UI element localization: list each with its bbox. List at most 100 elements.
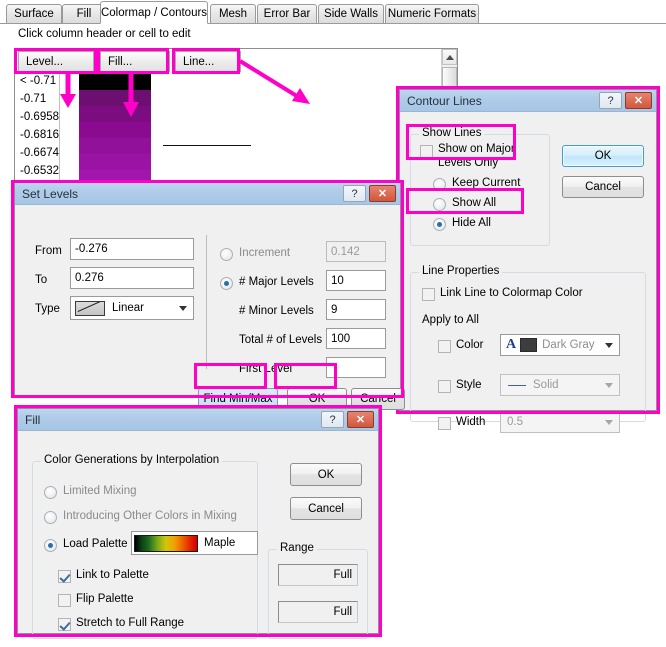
close-button[interactable]: ✕ (369, 185, 396, 202)
tab-colormap-contours[interactable]: Colormap / Contours (100, 1, 208, 24)
fill-swatch[interactable] (79, 154, 151, 170)
hide-all-radio[interactable] (433, 218, 446, 231)
type-label: Type (35, 303, 60, 315)
range-min-field[interactable]: Full (278, 564, 358, 586)
introducing-colors-radio[interactable] (44, 511, 57, 524)
increment-label: Increment (239, 247, 291, 259)
color-checkbox[interactable] (438, 340, 451, 353)
tab-side-walls[interactable]: Side Walls (318, 4, 384, 23)
link-to-palette-checkbox[interactable] (58, 570, 71, 583)
fill-dialog: Fill ? ✕ Color Generations by Interpolat… (17, 408, 379, 639)
keep-current-radio[interactable] (433, 178, 446, 191)
level-cell[interactable]: -0.6816 (20, 129, 59, 141)
set-levels-ok-button[interactable]: OK (287, 388, 347, 410)
width-checkbox[interactable] (438, 417, 451, 430)
set-levels-cancel-button[interactable]: Cancel (351, 388, 405, 410)
to-label: To (35, 274, 48, 286)
to-input[interactable]: 0.276 (70, 267, 194, 289)
range-group-label: Range (277, 542, 317, 554)
first-level-input[interactable] (326, 357, 386, 378)
tab-surface[interactable]: Surface (6, 4, 62, 23)
solid-line-icon (508, 384, 526, 386)
fill-ok-button[interactable]: OK (290, 463, 362, 486)
fill-swatch[interactable] (79, 90, 151, 106)
tab-label: Error Bar (263, 8, 311, 20)
contour-cancel-button[interactable]: Cancel (562, 176, 644, 198)
tab-label: Fill (76, 8, 92, 20)
color-combo-value: Dark Gray (542, 339, 595, 351)
introducing-colors-label: Introducing Other Colors in Mixing (63, 510, 237, 522)
level-cell[interactable]: -0.6532 (20, 165, 59, 177)
from-input[interactable]: -0.276 (70, 238, 194, 260)
tab-label: Numeric Formats (387, 8, 477, 20)
fill-swatch[interactable] (79, 138, 151, 154)
line-properties-group-label: Line Properties (419, 265, 503, 277)
line-style-swatch[interactable] (163, 145, 251, 146)
show-on-major-levels-checkbox[interactable] (420, 145, 433, 158)
fill-cancel-button[interactable]: Cancel (290, 497, 362, 520)
chevron-down-icon[interactable] (179, 306, 187, 311)
hide-all-label: Hide All (452, 217, 491, 229)
width-combo-value: 0.5 (507, 416, 523, 428)
major-levels-input[interactable]: 10 (326, 270, 386, 291)
chevron-down-icon[interactable] (605, 343, 613, 348)
stretch-full-range-checkbox[interactable] (58, 618, 71, 631)
contour-ok-button[interactable]: OK (562, 145, 644, 167)
contour-lines-title: Contour Lines (407, 93, 482, 108)
level-cell[interactable]: -0.71 (20, 93, 46, 105)
column-header-fill[interactable]: Fill... (100, 51, 170, 72)
level-cell[interactable]: < -0.71 (20, 75, 56, 87)
range-max-field[interactable]: Full (278, 601, 358, 623)
show-lines-group-label: Show Lines (419, 127, 485, 139)
find-minmax-button[interactable]: Find Min/Max (198, 388, 278, 410)
help-button[interactable]: ? (599, 92, 622, 109)
scroll-up-icon[interactable] (442, 49, 457, 65)
fill-swatch[interactable] (79, 74, 151, 90)
load-palette-radio[interactable] (44, 539, 57, 552)
minor-levels-input[interactable]: 9 (326, 299, 386, 320)
tab-mesh[interactable]: Mesh (210, 4, 256, 23)
style-label: Style (456, 379, 482, 391)
stretch-full-range-label: Stretch to Full Range (76, 617, 185, 629)
show-all-label: Show All (452, 197, 497, 209)
total-levels-input[interactable]: 100 (326, 328, 386, 349)
style-checkbox[interactable] (438, 380, 451, 393)
fill-color-column[interactable] (79, 74, 151, 186)
column-header-line[interactable]: Line... (175, 51, 241, 72)
tab-error-bar[interactable]: Error Bar (257, 4, 317, 23)
palette-combo[interactable]: Maple (131, 531, 258, 555)
close-button[interactable]: ✕ (625, 92, 652, 109)
show-all-radio[interactable] (433, 198, 446, 211)
type-combo[interactable]: Linear (70, 296, 194, 320)
increment-radio[interactable] (220, 248, 233, 261)
help-button[interactable]: ? (321, 411, 344, 428)
style-combo[interactable]: Solid (500, 374, 620, 396)
range-group: Range (268, 542, 368, 639)
set-levels-titlebar: Set Levels ? ✕ (15, 183, 400, 205)
link-line-colormap-checkbox[interactable] (422, 288, 435, 301)
find-minmax-label: Find Min/Max (203, 393, 273, 405)
major-levels-label: # Major Levels (239, 276, 314, 288)
fill-swatch[interactable] (79, 106, 151, 122)
limited-mixing-radio[interactable] (44, 486, 57, 499)
colormap-grid[interactable]: Level... Fill... Line... < -0.71 -0.71 -… (14, 48, 458, 186)
close-button[interactable]: ✕ (347, 411, 374, 428)
chevron-down-icon[interactable] (605, 383, 613, 388)
column-header-level[interactable]: Level... (18, 51, 94, 72)
linear-scale-icon (75, 300, 105, 316)
chevron-down-icon[interactable] (605, 420, 613, 425)
width-combo[interactable]: 0.5 (500, 411, 620, 433)
dialog-divider (206, 235, 207, 369)
level-cell[interactable]: -0.6674 (20, 147, 59, 159)
help-button[interactable]: ? (343, 185, 366, 202)
tab-label: Colormap / Contours (100, 6, 208, 19)
fill-swatch[interactable] (79, 122, 151, 138)
panel-hint: Click column header or cell to edit (18, 28, 191, 40)
increment-input[interactable]: 0.142 (326, 241, 386, 262)
major-levels-radio[interactable] (220, 277, 233, 290)
tab-numeric-formats[interactable]: Numeric Formats (385, 4, 479, 23)
grid-divider (59, 74, 60, 185)
color-combo[interactable]: A Dark Gray (500, 334, 620, 356)
flip-palette-checkbox[interactable] (58, 594, 71, 607)
level-cell[interactable]: -0.6958 (20, 111, 59, 123)
